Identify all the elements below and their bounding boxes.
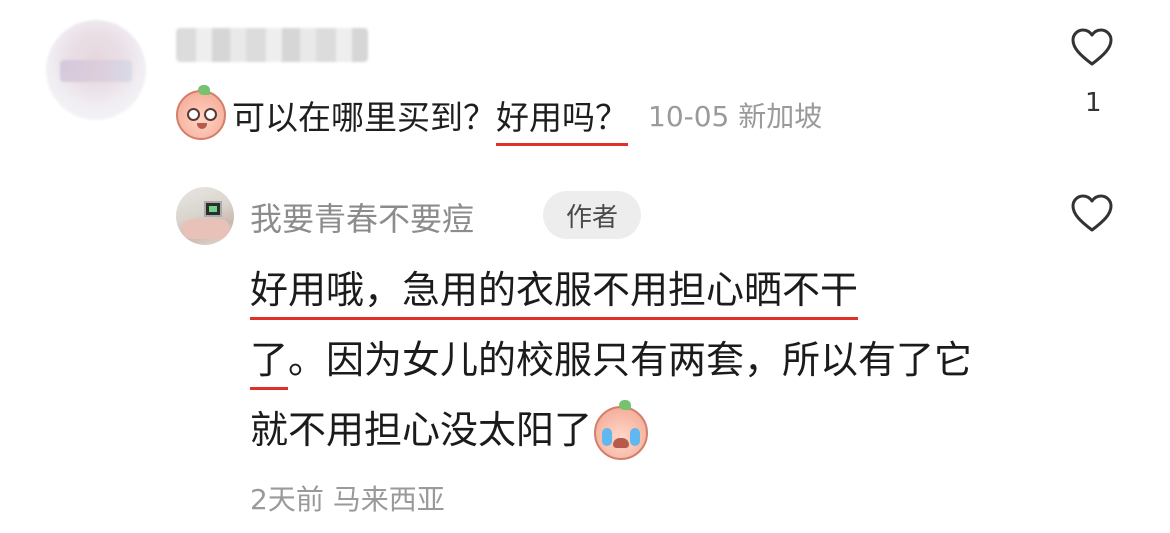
highlighted-phrase-1[interactable]: 好用哦，急用的衣服不用担心晒不干 [250,268,859,320]
highlighted-phrase[interactable]: 好用吗？ [496,98,628,146]
comment-meta: 10-05 新加坡 [648,100,823,133]
commenter-username[interactable] [176,28,368,62]
reply-text: 好用哦，急用的衣服不用担心晒不干 了。因为女儿的校服只有两套，所以有了它就不用担心… [250,255,990,465]
highlighted-phrase-2[interactable]: 了 [250,338,289,390]
reply-username[interactable]: 我要青春不要痘 [250,194,474,240]
comment-text: 可以在哪里买到？好用吗？ [232,91,628,146]
crying-peach-emoji-icon [594,399,649,460]
like-heart-icon[interactable] [1070,27,1114,67]
author-badge: 作者 [543,191,641,239]
reply-like-heart-icon[interactable] [1070,193,1114,233]
reply-meta: 2天前 马来西亚 [250,483,445,516]
comment-body: 可以在哪里买到？好用吗？ 10-05 新加坡 [176,85,823,146]
reply-avatar[interactable] [176,187,234,245]
commenter-avatar[interactable] [46,20,146,120]
like-count: 1 [1085,88,1102,118]
peach-emoji-icon [176,85,226,140]
